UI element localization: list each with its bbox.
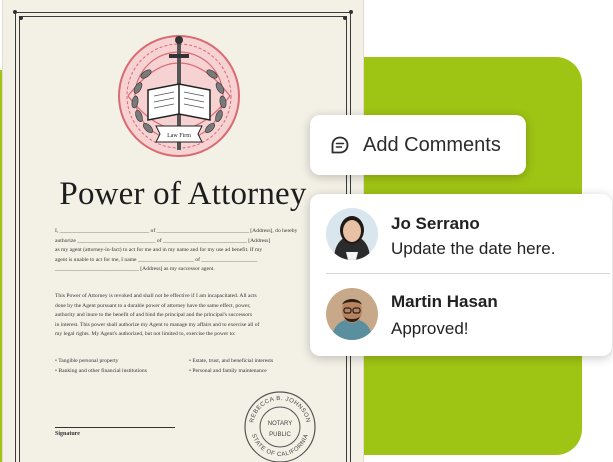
power-of-attorney-document: Law Firm Power of Attorney I, __________…: [3, 0, 363, 462]
comment-author: Martin Hasan: [391, 292, 498, 311]
document-text-line: done by the Agent pursuant to a durable …: [55, 302, 251, 309]
document-paragraph-2: This Power of Attorney is revoked and sh…: [55, 292, 309, 340]
emblem-banner-text: Law Firm: [167, 133, 191, 139]
signature-label: Signature: [55, 431, 80, 437]
document-text-line: agent is unable to act for me, I name __…: [55, 256, 258, 263]
comment-text: Update the date here.: [391, 239, 556, 258]
comments-panel: Jo Serrano Update the date here. Martin …: [310, 194, 612, 356]
signature-line: [55, 427, 175, 428]
powers-list-item: • Banking and other financial institutio…: [55, 367, 147, 374]
document-text-line: ______________________________ [Address]…: [55, 266, 215, 272]
add-comments-button[interactable]: Add Comments: [310, 115, 526, 175]
comment-author: Jo Serrano: [391, 214, 480, 233]
comment-text: Approved!: [391, 319, 469, 338]
notary-seal: REBECCA B. JOHNSON STATE OF CALIFORNIA N…: [244, 391, 316, 462]
document-text-line: in interest. This power shall authorize …: [55, 321, 260, 328]
document-text-line: This Power of Attorney is revoked and sh…: [55, 293, 257, 299]
corner-ornament: [343, 16, 347, 20]
comment-item[interactable]: Martin Hasan Approved!: [310, 274, 612, 352]
corner-ornament: [349, 10, 353, 14]
seal-center-bottom: PUBLIC: [269, 432, 291, 438]
document-text-line: authority and inure to the benefit of an…: [55, 312, 253, 318]
powers-list-item: • Estate, trust, and beneficial interest…: [189, 358, 274, 364]
powers-list-item: • Personal and family maintenance: [189, 367, 267, 374]
corner-ornament: [13, 10, 17, 14]
corner-ornament: [19, 16, 23, 20]
powers-list-item: • Tangible personal property: [55, 358, 119, 364]
avatar-jo-serrano: [326, 208, 378, 260]
document-paragraph-1: I, ________________________________ of _…: [55, 227, 309, 275]
law-firm-emblem: Law Firm: [118, 35, 240, 157]
powers-list-left: • Tangible personal property • Banking an…: [55, 357, 147, 376]
comment-bubble-icon: [331, 136, 349, 154]
add-comments-label: Add Comments: [363, 133, 501, 156]
document-text-line: I, ________________________________ of _…: [55, 228, 298, 234]
powers-list-right: • Estate, trust, and beneficial interest…: [189, 357, 273, 376]
document-text-line: authorize ____________________________ o…: [55, 237, 271, 244]
document-text-line: as my agent (attorney-in-fact) to act fo…: [55, 247, 263, 253]
document-text-line: my legal rights. My Agent's authorized, …: [55, 331, 236, 337]
avatar-martin-hasan: [326, 288, 378, 340]
seal-center-top: NOTARY: [268, 421, 292, 427]
comment-item[interactable]: Jo Serrano Update the date here.: [310, 194, 612, 272]
document-title: Power of Attorney: [59, 176, 307, 212]
